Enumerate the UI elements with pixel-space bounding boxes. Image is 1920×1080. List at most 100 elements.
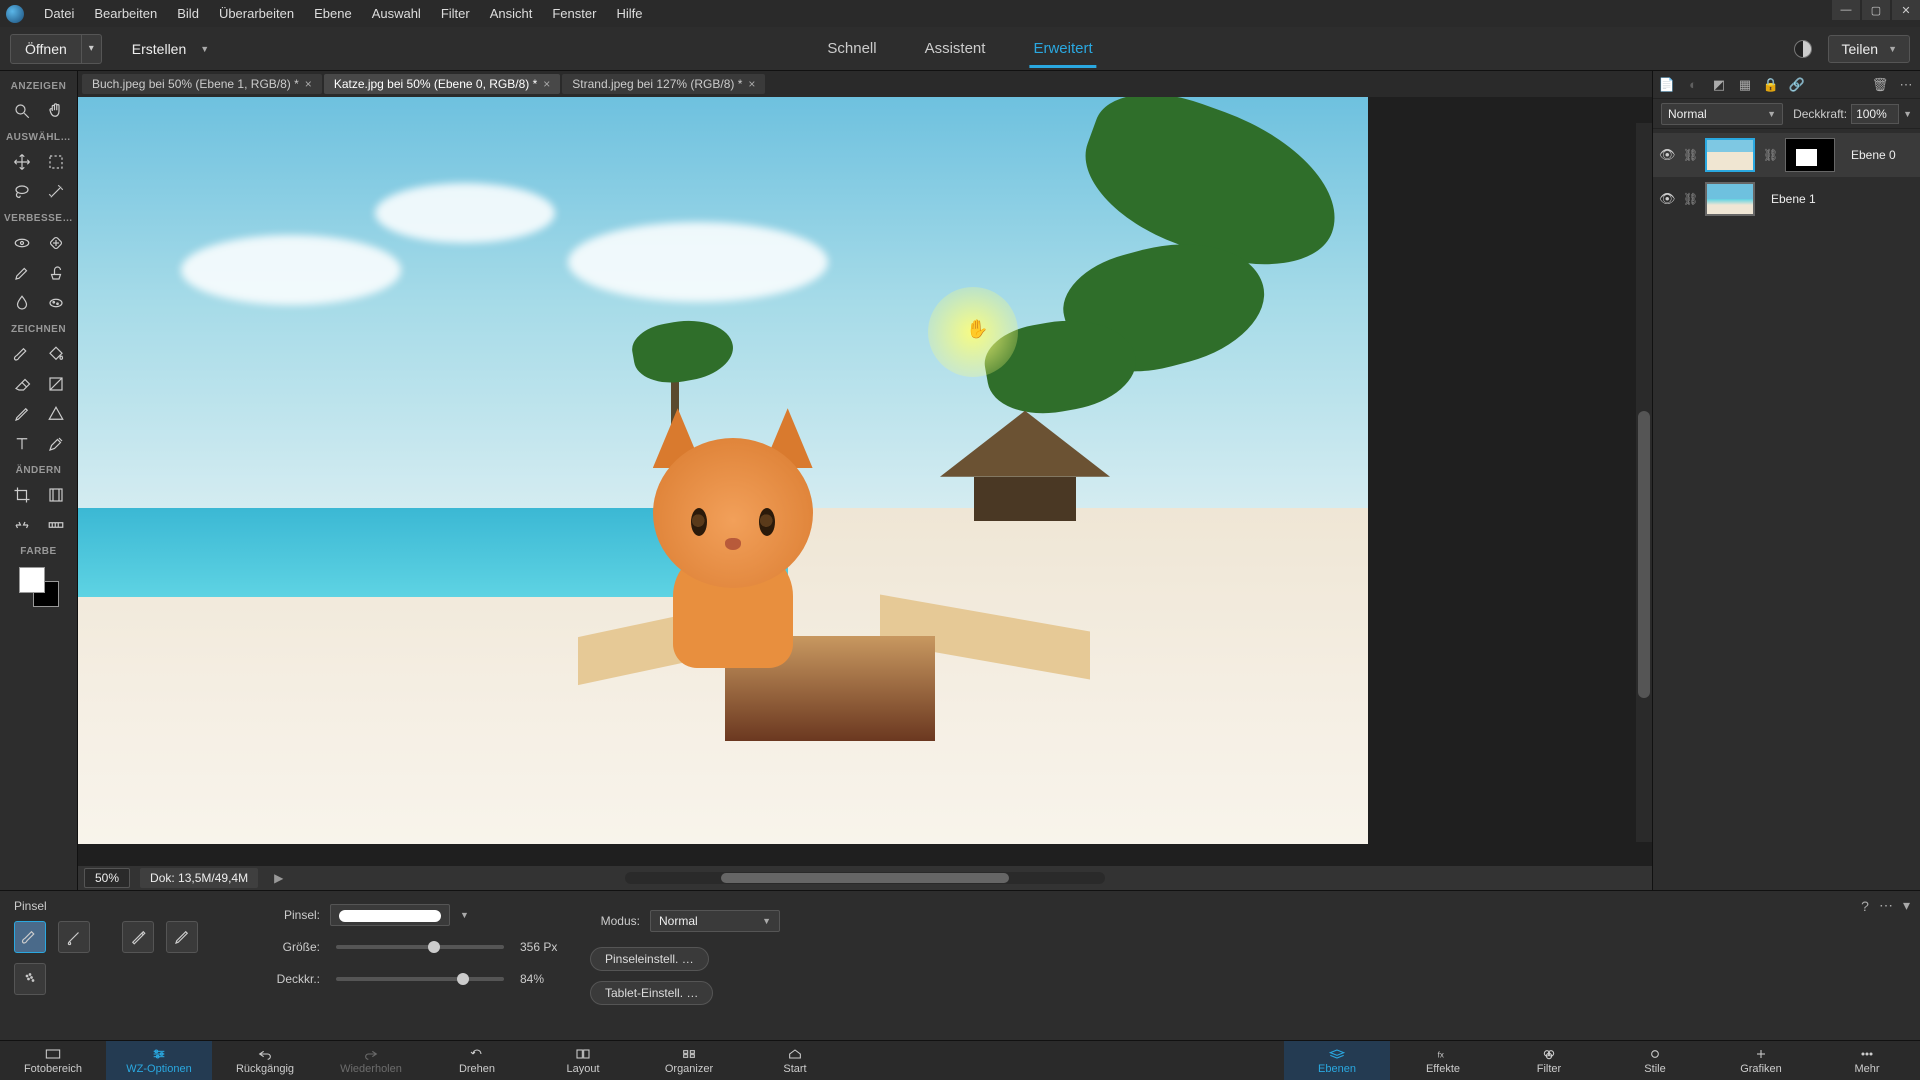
- bottom-effekte[interactable]: fxEffekte: [1390, 1041, 1496, 1080]
- bottom-wiederholen[interactable]: Wiederholen: [318, 1041, 424, 1080]
- layer-name[interactable]: Ebene 1: [1771, 192, 1816, 206]
- layer-thumbnail[interactable]: [1705, 138, 1755, 172]
- menu-bild[interactable]: Bild: [167, 2, 209, 25]
- brush-mode-select[interactable]: Normal ▼: [650, 910, 780, 932]
- crop-tool[interactable]: [5, 480, 39, 510]
- eraser-tool[interactable]: [5, 369, 39, 399]
- vertical-scrollbar[interactable]: [1636, 123, 1652, 842]
- layer-style-icon[interactable]: ▦: [1737, 77, 1753, 93]
- panel-menu-icon[interactable]: ⋯: [1898, 77, 1914, 93]
- brush-tool[interactable]: [5, 339, 39, 369]
- close-icon[interactable]: ×: [543, 77, 550, 91]
- brush-size-slider[interactable]: [336, 945, 504, 949]
- content-aware-move-tool[interactable]: [5, 510, 39, 540]
- bottom-ebenen[interactable]: Ebenen: [1284, 1041, 1390, 1080]
- menu-ansicht[interactable]: Ansicht: [480, 2, 543, 25]
- foreground-color-swatch[interactable]: [19, 567, 45, 593]
- brush-opacity-slider[interactable]: [336, 977, 504, 981]
- bottom-start[interactable]: Start: [742, 1041, 848, 1080]
- redeye-tool[interactable]: [5, 228, 39, 258]
- shape-tool[interactable]: [39, 399, 73, 429]
- chevron-down-icon[interactable]: ▼: [460, 910, 469, 920]
- brush-variant-impressionist[interactable]: [58, 921, 90, 953]
- bottom-fotobereich[interactable]: Fotobereich: [0, 1041, 106, 1080]
- bottom-filter[interactable]: Filter: [1496, 1041, 1602, 1080]
- pencil-tool[interactable]: [5, 399, 39, 429]
- magic-wand-tool[interactable]: [39, 177, 73, 207]
- zoom-tool[interactable]: [5, 96, 39, 126]
- layer-visibility-icon[interactable]: 👁: [1659, 191, 1675, 207]
- brush-size-value[interactable]: 356 Px: [520, 940, 580, 954]
- window-maximize-button[interactable]: ▢: [1862, 0, 1890, 20]
- spot-heal-tool[interactable]: [39, 228, 73, 258]
- bottom-stile[interactable]: Stile: [1602, 1041, 1708, 1080]
- menu-auswahl[interactable]: Auswahl: [362, 2, 431, 25]
- bottom-grafiken[interactable]: Grafiken: [1708, 1041, 1814, 1080]
- theme-toggle-icon[interactable]: [1794, 40, 1812, 58]
- brush-settings-button[interactable]: Pinseleinstell. …: [590, 947, 709, 971]
- brush-variant-pencil[interactable]: [166, 921, 198, 953]
- mode-tab-schnell[interactable]: Schnell: [823, 30, 880, 68]
- blend-mode-select[interactable]: Normal ▼: [1661, 103, 1783, 125]
- layer-thumbnail[interactable]: [1705, 182, 1755, 216]
- open-button[interactable]: Öffnen ▾: [10, 34, 102, 64]
- marquee-tool[interactable]: [39, 147, 73, 177]
- create-dropdown[interactable]: Erstellen ▼: [132, 41, 209, 57]
- layer-name[interactable]: Ebene 0: [1851, 148, 1896, 162]
- delete-layer-icon[interactable]: 🗑: [1872, 77, 1888, 93]
- window-close-button[interactable]: ✕: [1892, 0, 1920, 20]
- zoom-level-field[interactable]: 50%: [84, 868, 130, 888]
- menu-filter[interactable]: Filter: [431, 2, 480, 25]
- hand-tool[interactable]: [39, 96, 73, 126]
- mask-link-icon[interactable]: ⛓: [1763, 148, 1777, 162]
- recompose-tool[interactable]: [39, 480, 73, 510]
- document-tab[interactable]: Katze.jpg bei 50% (Ebene 0, RGB/8) *×: [324, 74, 560, 94]
- document-tab[interactable]: Buch.jpeg bei 50% (Ebene 1, RGB/8) *×: [82, 74, 322, 94]
- gradient-tool[interactable]: [39, 369, 73, 399]
- bottom-drehen[interactable]: Drehen: [424, 1041, 530, 1080]
- bottom-layout[interactable]: Layout: [530, 1041, 636, 1080]
- chevron-down-icon[interactable]: ▼: [1903, 109, 1912, 119]
- bottom-organizer[interactable]: Organizer: [636, 1041, 742, 1080]
- menu-datei[interactable]: Datei: [34, 2, 84, 25]
- canvas[interactable]: ✋: [78, 97, 1368, 844]
- window-minimize-button[interactable]: —: [1832, 0, 1860, 20]
- sponge-tool[interactable]: [39, 288, 73, 318]
- menu-ebene[interactable]: Ebene: [304, 2, 362, 25]
- link-layers-icon[interactable]: 🔗: [1789, 77, 1805, 93]
- paint-bucket-tool[interactable]: [39, 339, 73, 369]
- adjustment-layer-icon[interactable]: ◐: [1685, 77, 1701, 93]
- brush-variant-brush[interactable]: [14, 921, 46, 953]
- type-tool[interactable]: [5, 429, 39, 459]
- layer-opacity-field[interactable]: 100%: [1851, 104, 1899, 124]
- clone-stamp-tool[interactable]: [39, 258, 73, 288]
- menu-bearbeiten[interactable]: Bearbeiten: [84, 2, 167, 25]
- bottom-mehr[interactable]: Mehr: [1814, 1041, 1920, 1080]
- collapse-panel-icon[interactable]: ▾: [1903, 897, 1910, 914]
- canvas-viewport[interactable]: ✋: [78, 97, 1652, 866]
- document-tab[interactable]: Strand.jpeg bei 127% (RGB/8) *×: [562, 74, 765, 94]
- open-button-dropdown[interactable]: ▾: [81, 35, 101, 63]
- bottom-rueckgaengig[interactable]: Rückgängig: [212, 1041, 318, 1080]
- straighten-tool[interactable]: [39, 510, 73, 540]
- close-icon[interactable]: ×: [748, 77, 755, 91]
- layer-link-icon[interactable]: ⛓: [1683, 148, 1697, 162]
- brush-opacity-value[interactable]: 84%: [520, 972, 580, 986]
- layer-row[interactable]: 👁 ⛓ Ebene 1: [1653, 177, 1920, 221]
- brush-variant-color-replace[interactable]: [122, 921, 154, 953]
- color-swatch[interactable]: [19, 567, 59, 607]
- new-layer-icon[interactable]: 📄: [1659, 77, 1675, 93]
- lasso-tool[interactable]: [5, 177, 39, 207]
- close-icon[interactable]: ×: [305, 77, 312, 91]
- layer-mask-icon[interactable]: ◩: [1711, 77, 1727, 93]
- lock-layer-icon[interactable]: 🔒: [1763, 77, 1779, 93]
- move-tool[interactable]: [5, 147, 39, 177]
- mode-tab-assistent[interactable]: Assistent: [921, 30, 990, 68]
- brush-preset-picker[interactable]: [330, 904, 450, 926]
- mode-tab-erweitert[interactable]: Erweitert: [1029, 30, 1096, 68]
- brush-variant-airbrush[interactable]: [14, 963, 46, 995]
- more-options-icon[interactable]: ⋯: [1879, 897, 1893, 914]
- layer-link-icon[interactable]: ⛓: [1683, 192, 1697, 206]
- share-button[interactable]: Teilen ▼: [1828, 35, 1910, 63]
- horizontal-scrollbar[interactable]: [625, 872, 1105, 884]
